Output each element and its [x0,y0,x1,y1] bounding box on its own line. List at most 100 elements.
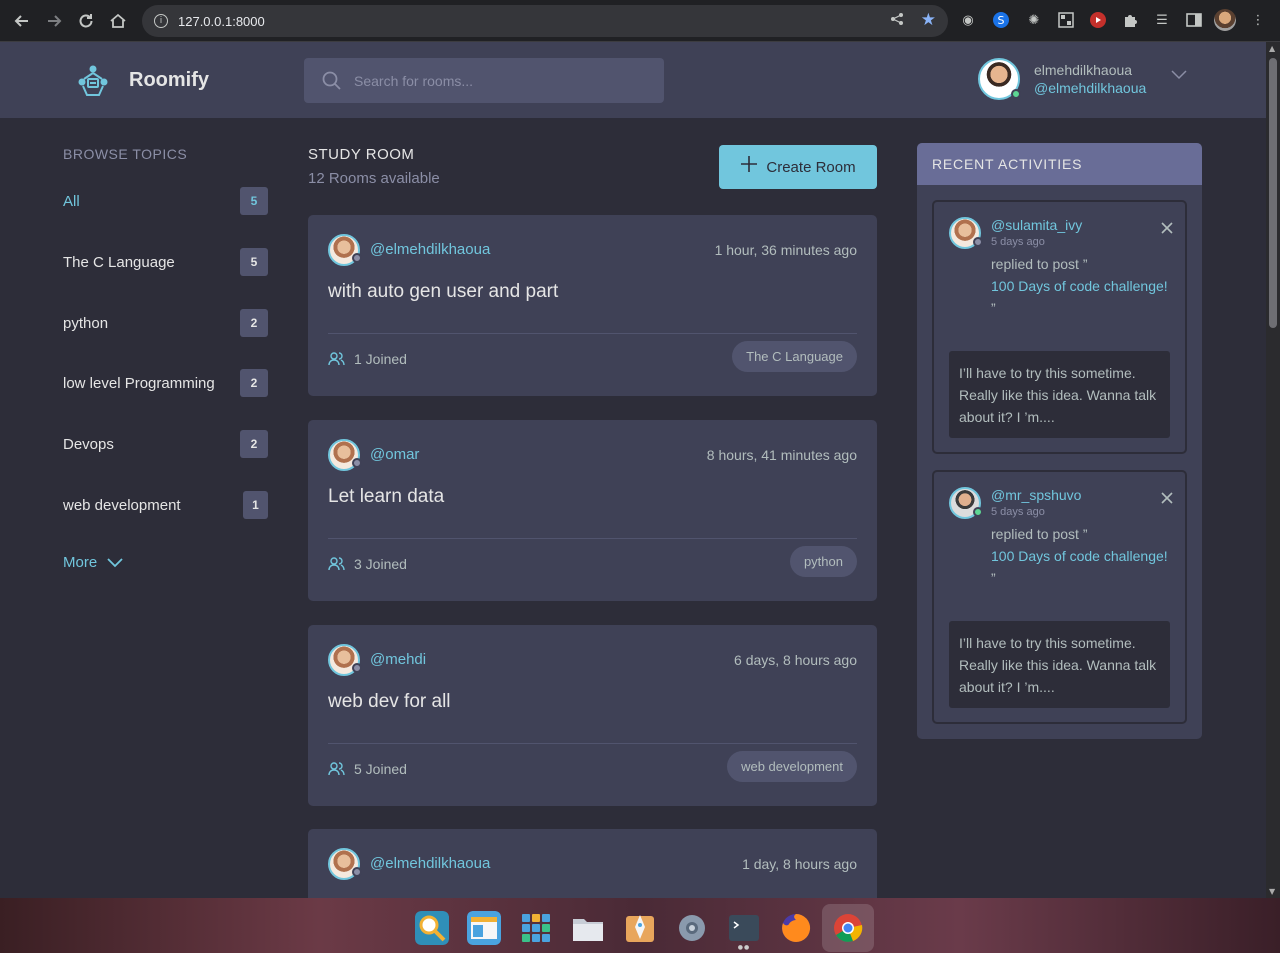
topic-count: 2 [240,430,268,458]
brand-name[interactable]: Roomify [129,69,209,92]
address-bar[interactable]: i 127.0.0.1:8000 ★ [142,5,948,37]
more-topics-link[interactable]: More [63,554,123,571]
dock-app-settings[interactable] [666,904,718,952]
room-participants: 1 Joined [328,351,407,367]
dock-app-search[interactable] [406,904,458,952]
divider [328,743,857,744]
reload-icon[interactable] [70,5,102,37]
room-title[interactable]: web dev for all [328,691,451,713]
topic-count: 5 [240,187,268,215]
topic-item-low-level-programming[interactable]: low level Programming 2 [63,369,268,397]
online-status-dot [1011,89,1021,99]
users-icon [328,762,345,776]
activity-heading: RECENT ACTIVITIES [917,143,1202,185]
page-scrollbar[interactable]: ▲ ▼ [1266,42,1280,898]
roomify-logo-icon[interactable] [76,64,110,98]
site-info-icon[interactable]: i [154,14,168,28]
browser-menu-icon[interactable]: ⋮ [1247,9,1269,31]
room-title[interactable]: with auto gen user and part [328,281,558,303]
topic-item-python[interactable]: python 2 [63,309,268,337]
reading-list-icon[interactable]: ☰ [1151,9,1173,31]
extension-eye-icon[interactable]: ◉ [957,9,979,31]
terminal-icon [729,915,759,941]
joined-count: 1 Joined [354,351,407,367]
scroll-down-icon[interactable]: ▼ [1269,887,1275,896]
room-title[interactable]: Let learn data [328,486,444,508]
topic-item-all[interactable]: All 5 [63,187,268,215]
close-icon[interactable] [1161,220,1173,238]
dock-app-firefox[interactable] [770,904,822,952]
activity-post-link[interactable]: 100 Days of code challenge! [991,275,1171,297]
extension-shazam-icon[interactable]: S [990,9,1012,31]
back-icon[interactable] [6,5,38,37]
extension-qr-icon[interactable] [1055,9,1077,31]
search-input[interactable] [354,72,634,89]
bookmark-star-icon[interactable]: ★ [921,10,936,30]
room-topic-tag[interactable]: The C Language [732,341,857,372]
joined-count: 3 Joined [354,556,407,572]
recent-activities-panel: RECENT ACTIVITIES @sulamita_ivy 5 days a… [917,143,1202,739]
room-card[interactable]: @omar 8 hours, 41 minutes ago Let learn … [308,420,877,601]
room-topic-tag[interactable]: python [789,546,857,577]
topic-item-web-development[interactable]: web development 1 [63,491,268,519]
room-host[interactable]: @elmehdilkhaoua [370,855,490,872]
topic-label: python [63,314,109,332]
room-card[interactable]: @mehdi 6 days, 8 hours ago web dev for a… [308,625,877,806]
room-search[interactable] [304,58,664,103]
scroll-up-icon[interactable]: ▲ [1269,44,1275,53]
desktop-taskbar: ●● [0,898,1280,953]
dock-app-launcher[interactable] [510,904,562,952]
dock-app-terminal[interactable]: ●● [718,904,770,952]
scrollbar-thumb[interactable] [1269,58,1277,328]
activity-user[interactable]: @sulamita_ivy [991,217,1082,233]
chrome-icon [834,914,863,942]
room-topic-tag[interactable]: web development [727,751,857,782]
topic-label: All [63,192,80,210]
chevron-down-icon[interactable] [1171,68,1187,84]
browser-toolbar: i 127.0.0.1:8000 ★ ◉ S ✺ ☰ ⋮ [0,0,1280,42]
activity-user[interactable]: @mr_spshuvo [991,487,1081,503]
topic-count: 2 [240,369,268,397]
room-card[interactable]: @elmehdilkhaoua 1 day, 8 hours ago [308,829,877,898]
chevron-down-icon [107,557,123,567]
joined-count: 5 Joined [354,761,407,777]
dock-app-store[interactable] [614,904,666,952]
topic-item-devops[interactable]: Devops 2 [63,430,268,458]
user-handle: @elmehdilkhaoua [1034,80,1147,96]
room-host[interactable]: @omar [370,446,419,463]
activity-end-quote: ” [991,570,996,586]
topic-count: 2 [240,309,268,337]
status-dot [973,237,983,247]
extension-react-icon[interactable]: ✺ [1023,9,1045,31]
activity-message: I’ll have to try this sometime. Really l… [949,621,1170,708]
room-host[interactable]: @elmehdilkhaoua [370,241,490,258]
dock-app-files[interactable] [562,904,614,952]
create-room-button[interactable]: Create Room [719,145,877,189]
side-panel-icon[interactable] [1183,9,1205,31]
rocket-app-icon [626,915,654,942]
workspaces-app-icon [467,911,501,945]
room-card[interactable]: @elmehdilkhaoua 1 hour, 36 minutes ago w… [308,215,877,396]
forward-icon[interactable] [38,5,70,37]
extension-youtube-icon[interactable] [1087,9,1109,31]
topic-label: low level Programming [63,374,215,392]
profile-avatar[interactable] [1214,9,1236,31]
room-host[interactable]: @mehdi [370,651,426,668]
create-room-label: Create Room [766,158,856,176]
dock-app-workspaces[interactable] [458,904,510,952]
extensions-puzzle-icon[interactable] [1119,9,1141,31]
feed-title: STUDY ROOM [308,146,415,163]
home-icon[interactable] [102,5,134,37]
share-icon[interactable] [890,12,904,30]
activity-action: replied to post ” [991,256,1088,272]
topic-label: web development [63,496,181,514]
dock-app-chrome[interactable] [822,904,874,952]
users-icon [328,557,345,571]
room-participants: 3 Joined [328,556,407,572]
activity-action: replied to post ” [991,526,1088,542]
room-participants: 5 Joined [328,761,407,777]
activity-post-link[interactable]: 100 Days of code challenge! [991,545,1171,567]
topic-item-c-language[interactable]: The C Language 5 [63,248,268,276]
close-icon[interactable] [1161,490,1173,508]
status-dot [352,458,362,468]
